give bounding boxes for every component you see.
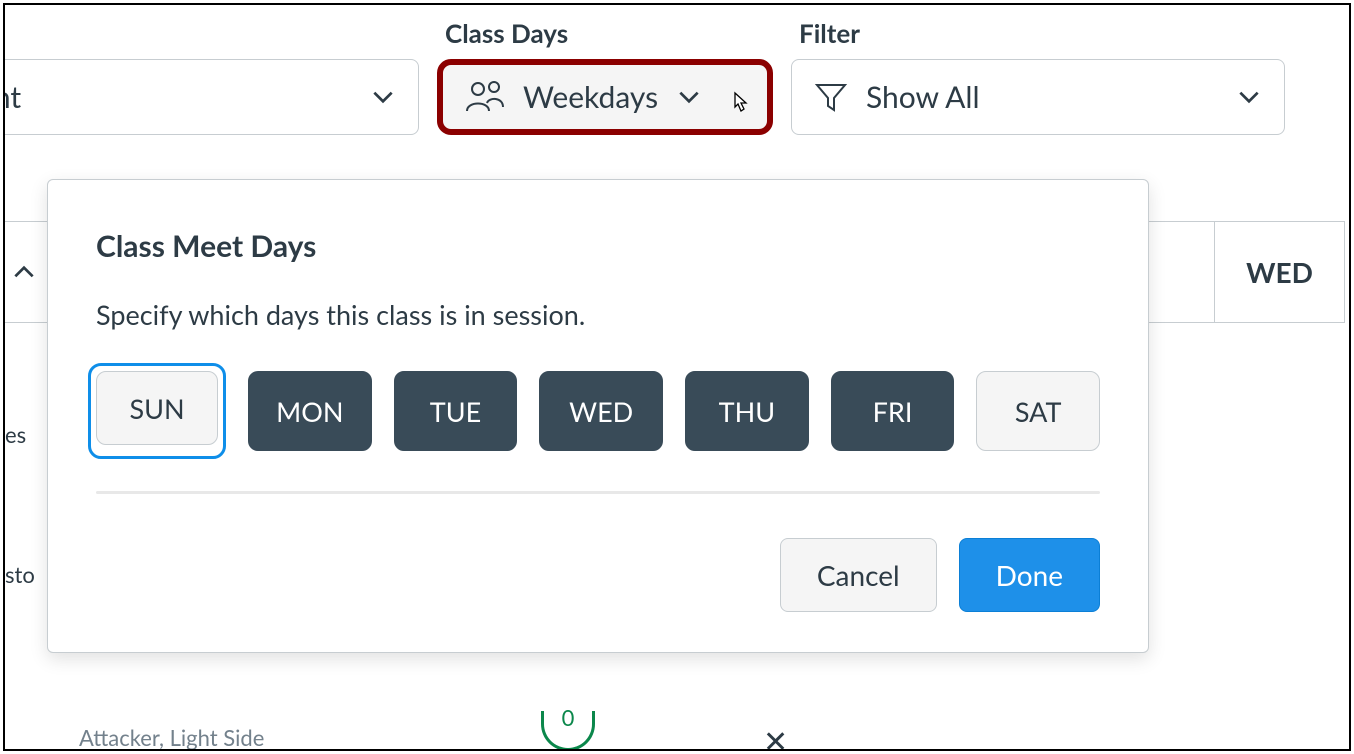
day-toggle-mon[interactable]: MON (248, 371, 372, 451)
class-days-column: Class Days Weekdays (437, 17, 773, 135)
student-dropdown-label: ident (3, 79, 352, 115)
done-button[interactable]: Done (959, 538, 1100, 612)
table-row-fragment: es (5, 421, 26, 448)
funnel-icon (814, 80, 848, 114)
student-name: Attacker, Light Side (79, 724, 264, 751)
cancel-button[interactable]: Cancel (780, 538, 937, 612)
student-dropdown[interactable]: ident (3, 59, 419, 135)
app-frame: WED es sto Attacker, Light Side 0 ✕ iden… (3, 3, 1351, 751)
class-days-value: Weekdays (523, 79, 658, 115)
day-toggle-fri[interactable]: FRI (831, 371, 955, 451)
day-toggle-thu[interactable]: THU (685, 371, 809, 451)
attendance-absent-icon: ✕ (763, 723, 788, 751)
day-toggle-sun[interactable]: SUN (96, 371, 218, 445)
people-icon (465, 79, 505, 115)
sort-up-icon[interactable] (11, 259, 37, 285)
table-row: Attacker, Light Side (65, 719, 1165, 751)
day-focus-ring: SUN (88, 363, 226, 459)
class-meet-days-popover: Class Meet Days Specify which days this … (47, 179, 1149, 653)
day-toggle-row: SUN MON TUE WED THU FRI SAT (96, 371, 1100, 451)
cursor-pointer-icon (725, 89, 757, 121)
popover-description: Specify which days this class is in sess… (96, 298, 1100, 331)
filter-header: Filter (791, 17, 1285, 49)
day-toggle-wed[interactable]: WED (539, 371, 663, 451)
popover-actions: Cancel Done (96, 538, 1100, 612)
day-toggle-tue[interactable]: TUE (394, 371, 518, 451)
filter-dropdown[interactable]: Show All (791, 59, 1285, 135)
filter-column: Filter Show All (791, 17, 1285, 135)
table-row-fragment: sto (5, 561, 35, 588)
student-header (3, 17, 419, 49)
chevron-down-icon (370, 84, 396, 110)
filter-value: Show All (866, 79, 1218, 115)
class-days-header: Class Days (437, 17, 773, 49)
column-header-wed[interactable]: WED (1214, 222, 1344, 322)
student-column: ident (3, 17, 419, 135)
divider (96, 491, 1100, 494)
day-toggle-sat[interactable]: SAT (976, 371, 1100, 451)
chevron-down-icon (676, 84, 702, 110)
toolbar: ident Class Days Weekdays Fi (3, 5, 1349, 135)
popover-title: Class Meet Days (96, 228, 1100, 264)
class-days-dropdown[interactable]: Weekdays (437, 59, 773, 135)
chevron-down-icon (1236, 84, 1262, 110)
